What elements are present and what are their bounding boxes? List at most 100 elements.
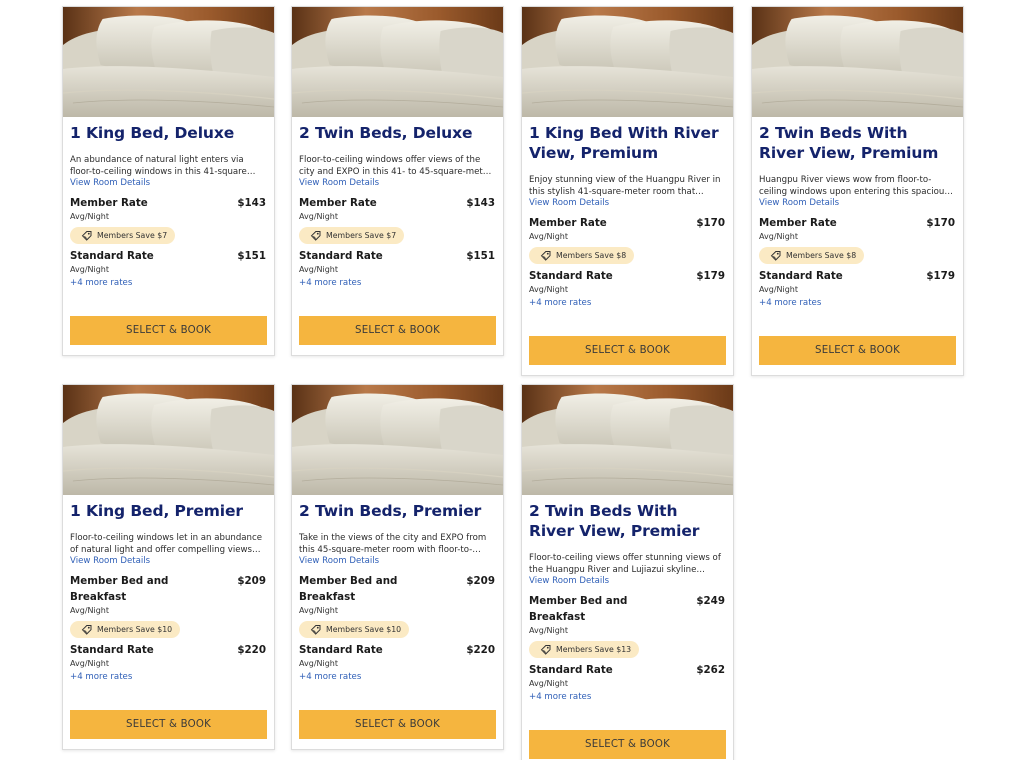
member-rate-label: Member Bed and Breakfast [529,595,628,623]
room-card-body: 2 Twin Beds, Premier Take in the views o… [299,495,496,749]
member-rate-row[interactable]: Member Bed and Breakfast $249 Avg/Night [529,593,726,636]
room-title[interactable]: 2 Twin Beds, Premier [299,501,496,521]
room-card-3: 1 King Bed With River View, Premium Enjo… [521,6,734,376]
room-description: Floor-to-ceiling windows let in an abund… [70,533,263,555]
standard-rate-row[interactable]: Standard Rate $220 Avg/Night [70,642,267,669]
room-description: Take in the views of the city and EXPO f… [299,533,487,555]
more-rates-link[interactable]: +4 more rates [529,298,591,309]
standard-rate-price: $151 [466,250,495,262]
room-description: An abundance of natural light enters via… [70,155,247,177]
room-card-7: 2 Twin Beds With River View, Premier Flo… [521,384,734,760]
more-rates-link[interactable]: +4 more rates [70,672,132,683]
room-card-body: 1 King Bed, Deluxe An abundance of natur… [70,117,267,355]
room-photo[interactable] [63,385,274,495]
select-and-book-button[interactable]: SELECT & BOOK [529,730,726,759]
room-card-body: 2 Twin Beds With River View, Premier Flo… [529,495,726,760]
bed-pillows-image [292,385,503,495]
view-room-details-link[interactable]: View Room Details [529,198,609,209]
standard-rate-price: $220 [237,644,266,656]
more-rates-link[interactable]: +4 more rates [529,692,591,703]
select-and-book-button[interactable]: SELECT & BOOK [299,710,496,739]
room-title[interactable]: 1 King Bed With River View, Premium [529,123,726,163]
members-save-text: Members Save $7 [326,231,397,240]
member-rate-unit: Avg/Night [299,606,339,615]
standard-rate-row[interactable]: Standard Rate $151 Avg/Night [299,248,496,275]
standard-rate-row[interactable]: Standard Rate $179 Avg/Night [529,268,726,295]
room-photo[interactable] [292,7,503,117]
room-description: Huangpu River views wow from floor-to-ce… [759,175,949,197]
room-photo[interactable] [522,385,733,495]
member-rate-price: $249 [696,595,725,607]
select-and-book-button[interactable]: SELECT & BOOK [70,710,267,739]
standard-rate-label: Standard Rate [529,270,613,282]
standard-rate-label: Standard Rate [70,250,154,262]
standard-rate-label: Standard Rate [70,644,154,656]
standard-rate-label: Standard Rate [759,270,843,282]
room-title[interactable]: 1 King Bed, Premier [70,501,267,521]
member-rate-price: $143 [237,197,266,209]
room-title[interactable]: 2 Twin Beds With River View, Premium [759,123,956,163]
view-room-details-link[interactable]: View Room Details [529,576,609,587]
more-rates-link[interactable]: +4 more rates [299,672,361,683]
standard-rate-row[interactable]: Standard Rate $151 Avg/Night [70,248,267,275]
member-rate-label: Member Rate [529,217,607,229]
member-rate-row[interactable]: Member Bed and Breakfast $209 Avg/Night [299,573,496,616]
room-card-body: 1 King Bed With River View, Premium Enjo… [529,117,726,375]
select-and-book-button[interactable]: SELECT & BOOK [70,316,267,345]
standard-rate-unit: Avg/Night [759,285,799,294]
member-rate-label: Member Rate [70,197,148,209]
view-room-details-link[interactable]: View Room Details [70,178,150,189]
member-rate-row[interactable]: Member Rate $143 Avg/Night [70,195,267,222]
member-rate-row[interactable]: Member Rate $143 Avg/Night [299,195,496,222]
standard-rate-unit: Avg/Night [70,265,110,274]
members-save-text: Members Save $10 [97,625,173,634]
standard-rate-price: $262 [696,664,725,676]
room-photo[interactable] [752,7,963,117]
room-title[interactable]: 2 Twin Beds, Deluxe [299,123,496,143]
standard-rate-unit: Avg/Night [529,679,569,688]
standard-rate-row[interactable]: Standard Rate $262 Avg/Night [529,662,726,689]
bed-pillows-image [522,385,733,495]
more-rates-link[interactable]: +4 more rates [759,298,821,309]
room-description: Floor-to-ceiling windows offer views of … [299,155,492,177]
member-rate-price: $170 [696,217,725,229]
room-title[interactable]: 2 Twin Beds With River View, Premier [529,501,726,541]
member-rate-label: Member Rate [299,197,377,209]
member-rate-row[interactable]: Member Rate $170 Avg/Night [529,215,726,242]
member-rate-price: $209 [466,575,495,587]
member-rate-row[interactable]: Member Rate $170 Avg/Night [759,215,956,242]
member-rate-unit: Avg/Night [70,212,110,221]
tag-icon [540,250,551,261]
tag-icon [310,230,321,241]
view-room-details-link[interactable]: View Room Details [759,198,839,209]
member-rate-row[interactable]: Member Bed and Breakfast $209 Avg/Night [70,573,267,616]
member-rate-unit: Avg/Night [70,606,110,615]
room-card-5: 1 King Bed, Premier Floor-to-ceiling win… [62,384,275,750]
select-and-book-button[interactable]: SELECT & BOOK [529,336,726,365]
view-room-details-link[interactable]: View Room Details [70,556,150,567]
room-title[interactable]: 1 King Bed, Deluxe [70,123,267,143]
member-rate-label: Member Bed and Breakfast [70,575,169,603]
more-rates-link[interactable]: +4 more rates [299,278,361,289]
members-save-badge: Members Save $7 [299,227,405,244]
standard-rate-label: Standard Rate [529,664,613,676]
members-save-badge: Members Save $8 [529,247,635,264]
room-photo[interactable] [292,385,503,495]
bed-pillows-image [752,7,963,117]
more-rates-link[interactable]: +4 more rates [70,278,132,289]
select-and-book-button[interactable]: SELECT & BOOK [299,316,496,345]
standard-rate-row[interactable]: Standard Rate $179 Avg/Night [759,268,956,295]
tag-icon [540,644,551,655]
members-save-badge: Members Save $10 [70,621,181,638]
member-rate-label: Member Rate [759,217,837,229]
standard-rate-row[interactable]: Standard Rate $220 Avg/Night [299,642,496,669]
members-save-badge: Members Save $7 [70,227,176,244]
view-room-details-link[interactable]: View Room Details [299,556,379,567]
member-rate-unit: Avg/Night [299,212,339,221]
room-card-body: 1 King Bed, Premier Floor-to-ceiling win… [70,495,267,749]
room-photo[interactable] [63,7,274,117]
select-and-book-button[interactable]: SELECT & BOOK [759,336,956,365]
view-room-details-link[interactable]: View Room Details [299,178,379,189]
members-save-text: Members Save $8 [556,251,627,260]
room-photo[interactable] [522,7,733,117]
